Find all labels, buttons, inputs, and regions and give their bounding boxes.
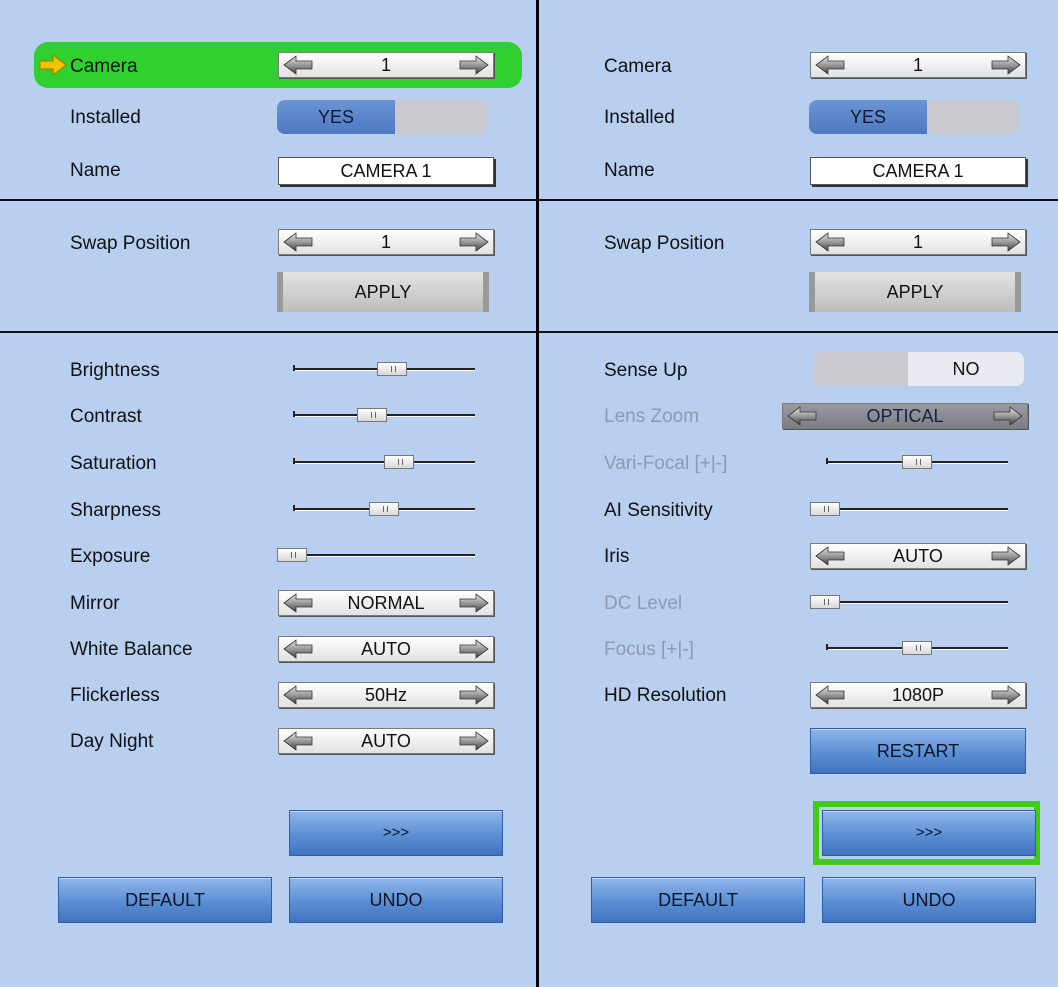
slider-thumb[interactable] bbox=[369, 502, 399, 516]
camera-selector[interactable]: 1 bbox=[810, 52, 1026, 78]
brightness-slider[interactable] bbox=[293, 362, 475, 376]
arrow-right-icon[interactable] bbox=[459, 55, 489, 75]
installed-toggle[interactable]: YES bbox=[809, 100, 1019, 134]
mirror-selector[interactable]: NORMAL bbox=[278, 590, 494, 616]
apply-button[interactable]: APPLY bbox=[809, 272, 1021, 312]
slider-thumb bbox=[810, 595, 840, 609]
vari-focal-slider bbox=[826, 455, 1008, 469]
swap-position-label: Swap Position bbox=[70, 233, 191, 254]
default-button[interactable]: DEFAULT bbox=[58, 877, 272, 923]
sharpness-slider[interactable] bbox=[293, 502, 475, 516]
panel-divider bbox=[536, 0, 539, 987]
apply-button[interactable]: APPLY bbox=[277, 272, 489, 312]
pointer-arrow-icon bbox=[39, 53, 67, 77]
slider-thumb[interactable] bbox=[810, 502, 840, 516]
arrow-right-icon[interactable] bbox=[459, 232, 489, 252]
next-page-button[interactable]: >>> bbox=[289, 810, 503, 856]
day-night-selector[interactable]: AUTO bbox=[278, 728, 494, 754]
restart-button[interactable]: RESTART bbox=[810, 728, 1026, 774]
focus-label: Focus [+|-] bbox=[604, 639, 694, 660]
installed-toggle[interactable]: YES bbox=[277, 100, 487, 134]
vari-focal-label: Vari-Focal [+|-] bbox=[604, 453, 728, 474]
dc-level-label: DC Level bbox=[604, 593, 683, 614]
sense-up-toggle[interactable]: NO bbox=[814, 352, 1024, 386]
mirror-label: Mirror bbox=[70, 593, 120, 614]
arrow-right-icon[interactable] bbox=[991, 232, 1021, 252]
arrow-right-icon bbox=[993, 406, 1023, 426]
ai-sensitivity-slider[interactable] bbox=[810, 502, 1008, 516]
default-button[interactable]: DEFAULT bbox=[591, 877, 805, 923]
flickerless-label: Flickerless bbox=[70, 685, 160, 706]
hd-resolution-selector[interactable]: 1080P bbox=[810, 682, 1026, 708]
sense-up-label: Sense Up bbox=[604, 360, 688, 381]
section-divider bbox=[0, 199, 1058, 201]
name-field[interactable]: CAMERA 1 bbox=[810, 157, 1026, 185]
slider-thumb bbox=[902, 641, 932, 655]
exposure-label: Exposure bbox=[70, 546, 151, 567]
slider-thumb[interactable] bbox=[357, 408, 387, 422]
next-page-button[interactable]: >>> bbox=[822, 810, 1036, 856]
white-balance-label: White Balance bbox=[70, 639, 193, 660]
saturation-label: Saturation bbox=[70, 453, 157, 474]
white-balance-selector[interactable]: AUTO bbox=[278, 636, 494, 662]
lens-zoom-value: OPTICAL bbox=[866, 406, 944, 426]
installed-on: YES bbox=[809, 100, 927, 134]
arrow-right-icon[interactable] bbox=[991, 685, 1021, 705]
sharpness-label: Sharpness bbox=[70, 500, 161, 521]
slider-thumb bbox=[902, 455, 932, 469]
saturation-slider[interactable] bbox=[293, 455, 475, 469]
undo-button[interactable]: UNDO bbox=[822, 877, 1036, 923]
arrow-right-icon[interactable] bbox=[459, 731, 489, 751]
camera-selector[interactable]: 1 bbox=[278, 52, 494, 78]
swap-position-selector[interactable]: 1 bbox=[278, 229, 494, 255]
camera-label: Camera bbox=[604, 56, 672, 77]
undo-button[interactable]: UNDO bbox=[289, 877, 503, 923]
iris-selector[interactable]: AUTO bbox=[810, 543, 1026, 569]
flickerless-selector[interactable]: 50Hz bbox=[278, 682, 494, 708]
day-night-label: Day Night bbox=[70, 731, 154, 752]
lens-zoom-selector: OPTICAL bbox=[782, 403, 1028, 429]
ai-sensitivity-label: AI Sensitivity bbox=[604, 500, 713, 521]
arrow-right-icon[interactable] bbox=[459, 685, 489, 705]
installed-on: YES bbox=[277, 100, 395, 134]
exposure-slider[interactable] bbox=[277, 548, 475, 562]
arrow-right-icon[interactable] bbox=[991, 546, 1021, 566]
contrast-slider[interactable] bbox=[293, 408, 475, 422]
slider-thumb[interactable] bbox=[277, 548, 307, 562]
name-label: Name bbox=[70, 160, 121, 181]
camera-label: Camera bbox=[70, 56, 138, 77]
focus-slider bbox=[826, 641, 1008, 655]
lens-zoom-label: Lens Zoom bbox=[604, 406, 700, 427]
installed-label: Installed bbox=[604, 107, 675, 128]
arrow-right-icon[interactable] bbox=[459, 639, 489, 659]
section-divider bbox=[0, 331, 1058, 333]
swap-position-selector[interactable]: 1 bbox=[810, 229, 1026, 255]
name-field[interactable]: CAMERA 1 bbox=[278, 157, 494, 185]
sense-up-value: NO bbox=[908, 352, 1024, 386]
brightness-label: Brightness bbox=[70, 360, 160, 381]
name-label: Name bbox=[604, 160, 655, 181]
dc-level-slider bbox=[810, 595, 1008, 609]
contrast-label: Contrast bbox=[70, 406, 142, 427]
arrow-right-icon[interactable] bbox=[991, 55, 1021, 75]
hd-resolution-label: HD Resolution bbox=[604, 685, 727, 706]
installed-label: Installed bbox=[70, 107, 141, 128]
slider-thumb[interactable] bbox=[377, 362, 407, 376]
iris-label: Iris bbox=[604, 546, 630, 567]
slider-thumb[interactable] bbox=[384, 455, 414, 469]
arrow-right-icon[interactable] bbox=[459, 593, 489, 613]
swap-position-label: Swap Position bbox=[604, 233, 725, 254]
